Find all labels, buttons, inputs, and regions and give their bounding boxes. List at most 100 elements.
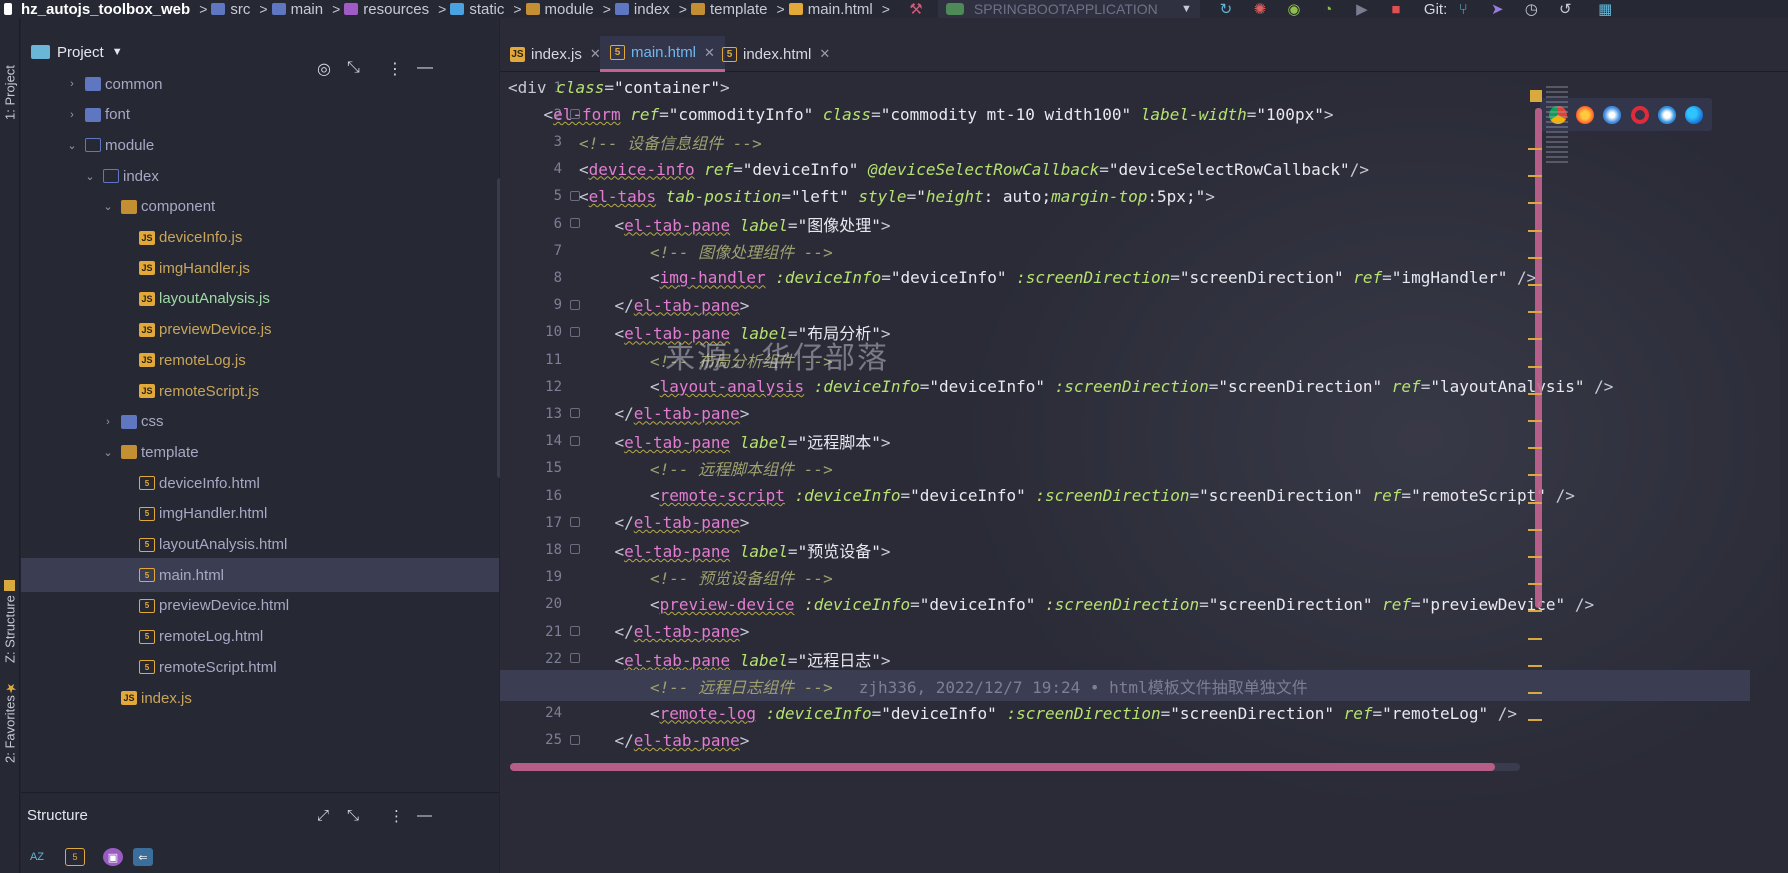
tree-file-item[interactable]: JS remoteLog.js <box>21 343 499 377</box>
warning-marker[interactable] <box>1528 148 1542 150</box>
collapse-all-icon[interactable]: ⤡ <box>347 807 359 824</box>
warning-marker[interactable] <box>1528 719 1542 722</box>
tree-file-item[interactable]: JS imgHandler.js <box>21 251 499 285</box>
run-icon[interactable]: ▶ <box>1354 1 1370 18</box>
chevron-right-icon[interactable]: › <box>65 78 79 90</box>
component-icon[interactable]: ▣ <box>103 848 123 866</box>
rerun-icon[interactable]: ↻ <box>1218 1 1234 18</box>
warning-marker[interactable] <box>1528 664 1542 667</box>
git-branch-icon[interactable]: ⑂ <box>1455 1 1471 18</box>
tree-file-item[interactable]: 5 deviceInfo.html <box>21 466 499 500</box>
html-file-icon[interactable]: 5 <box>65 848 85 866</box>
vertical-scrollbar-thumb[interactable] <box>1535 108 1542 608</box>
code-token: < <box>508 78 518 97</box>
editor-tab[interactable]: JS index.js ✕ <box>500 36 611 72</box>
tree-folder-item[interactable]: ⌄ index <box>21 159 499 193</box>
debug-icon[interactable]: ✺ <box>1252 1 1268 18</box>
tree-file-item[interactable]: JS index.js <box>21 681 499 715</box>
tree-file-item[interactable]: 5 remoteLog.html <box>21 620 499 654</box>
chevron-right-icon[interactable]: › <box>101 416 115 428</box>
favorites-tool-tab[interactable]: 2: Favorites ★ <box>1 663 19 763</box>
chevron-down-icon[interactable]: ⌄ <box>101 446 115 459</box>
warning-marker[interactable] <box>1528 420 1542 422</box>
breadcrumb-item[interactable]: src > <box>211 0 268 18</box>
breadcrumb-item[interactable]: resources > <box>344 0 446 18</box>
project-structure-icon[interactable]: ▦ <box>1597 1 1613 18</box>
tree-folder-item[interactable]: › font <box>21 98 499 132</box>
tree-file-item[interactable]: JS remoteScript.js <box>21 374 499 408</box>
breadcrumb-item[interactable]: index > <box>614 0 687 18</box>
tree-file-item[interactable]: 5 imgHandler.html <box>21 497 499 531</box>
code-token: > <box>739 730 750 750</box>
tree-folder-item[interactable]: › common <box>21 67 499 101</box>
breadcrumb-item[interactable]: main > <box>271 0 340 18</box>
warning-marker[interactable] <box>1528 392 1542 395</box>
warning-marker[interactable] <box>1528 175 1542 178</box>
stop-icon[interactable]: ■ <box>1388 1 1404 18</box>
warning-marker[interactable] <box>1528 528 1542 531</box>
hide-panel-icon[interactable]: — <box>417 807 432 824</box>
inspection-status-icon[interactable] <box>1530 90 1542 102</box>
tree-file-item[interactable]: 5 layoutAnalysis.html <box>21 528 499 562</box>
build-icon[interactable]: ⚒ <box>908 1 924 18</box>
horizontal-scrollbar-thumb[interactable] <box>510 763 1495 771</box>
tree-file-item[interactable]: 5 main.html <box>21 558 499 593</box>
project-tool-tab[interactable]: 1: Project <box>1 30 19 120</box>
git-history-icon[interactable]: ◷ <box>1523 1 1539 18</box>
sort-alphabetically-icon[interactable]: AZ <box>27 848 47 866</box>
anonymous-class-icon[interactable]: ⇐ <box>133 848 153 866</box>
tree-file-item[interactable]: JS deviceInfo.js <box>21 221 499 255</box>
code-token: = <box>1189 486 1200 505</box>
tree-folder-item[interactable]: ⌄ module <box>21 128 499 162</box>
warning-marker[interactable] <box>1528 284 1542 286</box>
editor-tab[interactable]: 5 main.html ✕ <box>600 36 725 72</box>
chevron-down-icon[interactable]: ⌄ <box>65 139 79 152</box>
breadcrumb-item[interactable]: main.html > <box>788 0 890 18</box>
chevron-down-icon[interactable]: ▼ <box>112 46 123 58</box>
run-configuration-select[interactable]: SPRINGBOOTAPPLICATION ▼ <box>937 0 1200 18</box>
rollback-icon[interactable]: ↺ <box>1557 1 1573 18</box>
expand-all-icon[interactable]: ⤢ <box>317 807 329 824</box>
warning-marker[interactable] <box>1528 256 1542 259</box>
git-push-icon[interactable]: ➤ <box>1489 1 1505 18</box>
breadcrumb-item[interactable]: module > <box>525 0 611 18</box>
warning-marker[interactable] <box>1528 229 1542 232</box>
tree-file-item[interactable]: 5 previewDevice.html <box>21 589 499 623</box>
warning-marker[interactable] <box>1528 583 1542 586</box>
chevron-down-icon[interactable]: ⌄ <box>101 200 115 213</box>
code-line[interactable]: </el-tab-pane> <box>500 725 1750 756</box>
warning-marker[interactable] <box>1528 556 1542 558</box>
warning-marker[interactable] <box>1528 637 1542 640</box>
breadcrumb-item[interactable]: template > <box>690 0 785 18</box>
warning-marker[interactable] <box>1528 474 1542 477</box>
warning-marker[interactable] <box>1528 501 1542 504</box>
warning-marker[interactable] <box>1528 338 1542 341</box>
coverage-icon[interactable]: ◉ <box>1286 1 1302 18</box>
warning-marker[interactable] <box>1528 365 1542 368</box>
warning-marker[interactable] <box>1528 202 1542 205</box>
editor-tab[interactable]: 5 index.html ✕ <box>712 36 840 72</box>
warning-marker[interactable] <box>1528 311 1542 314</box>
minimap[interactable] <box>1546 86 1568 166</box>
warning-marker[interactable] <box>1528 692 1542 694</box>
project-panel-title[interactable]: Project <box>57 44 104 61</box>
options-icon[interactable]: ⋮ <box>389 807 404 825</box>
structure-tool-tab[interactable]: Z: Structure <box>1 553 19 663</box>
breadcrumb-item[interactable]: static > <box>450 0 522 18</box>
close-icon[interactable]: ✕ <box>819 46 830 62</box>
tree-file-item[interactable]: 5 remoteScript.html <box>21 650 499 684</box>
code-token: :screenDirection <box>1054 377 1209 397</box>
tree-file-item[interactable]: JS layoutAnalysis.js <box>21 282 499 316</box>
warning-marker[interactable] <box>1528 447 1542 450</box>
code-token: > <box>739 622 750 641</box>
profile-icon[interactable]: ◔ <box>1320 1 1336 18</box>
warning-marker[interactable] <box>1528 610 1542 613</box>
tree-folder-item[interactable]: ⌄ template <box>21 435 499 469</box>
tree-folder-item[interactable]: ⌄ component <box>21 190 499 224</box>
chevron-down-icon[interactable]: ⌄ <box>83 170 97 183</box>
tree-file-item[interactable]: JS previewDevice.js <box>21 313 499 347</box>
tree-folder-item[interactable]: › css <box>21 405 499 439</box>
breadcrumb-item[interactable]: hz_autojs_toolbox_web > <box>0 0 207 18</box>
javascript-file-icon: JS <box>139 353 155 368</box>
chevron-right-icon[interactable]: › <box>65 109 79 121</box>
